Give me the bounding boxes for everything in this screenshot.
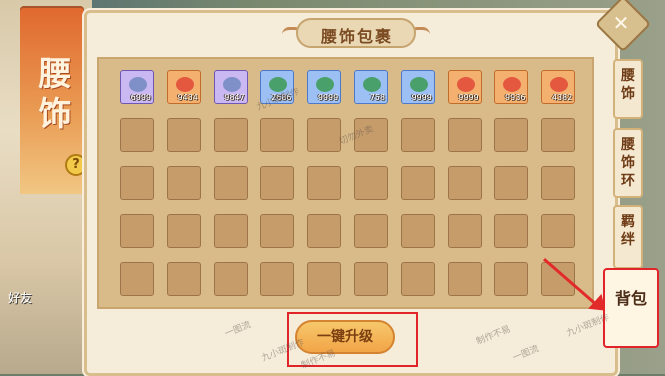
item-slot-filled[interactable]: 6999 (120, 70, 154, 104)
close-icon: ✕ (612, 11, 630, 35)
item-quantity: 9999 (458, 93, 479, 102)
waist-ornament-icon (316, 77, 335, 92)
item-quantity: 6999 (130, 93, 151, 102)
item-slot-empty[interactable] (120, 214, 154, 248)
tab-backpack[interactable]: 背包 (603, 268, 659, 348)
item-slot-empty[interactable] (447, 166, 482, 200)
item-slot-empty[interactable] (307, 262, 342, 296)
item-slot-empty[interactable] (400, 214, 435, 248)
left-title: 腰饰 (38, 54, 72, 133)
tab-label: 腰饰 (621, 68, 635, 102)
item-slot-empty[interactable] (400, 118, 435, 152)
tab-waist-ring[interactable]: 腰饰环 (613, 128, 643, 198)
tab-label: 背包 (614, 289, 647, 308)
item-slot-empty[interactable] (354, 262, 388, 296)
item-slot-empty[interactable] (447, 214, 482, 248)
item-slot-empty[interactable] (354, 166, 388, 200)
item-slot-empty[interactable] (213, 118, 248, 152)
item-slot-empty[interactable] (166, 214, 201, 248)
tab-bond[interactable]: 羁绊 (613, 205, 643, 269)
item-slot-empty[interactable] (120, 118, 154, 152)
item-quantity: 9847 (224, 93, 245, 102)
item-slot-empty[interactable] (120, 166, 154, 200)
item-slot-empty[interactable] (166, 166, 201, 200)
waist-ornament-icon (175, 77, 194, 92)
item-slot-empty[interactable] (400, 262, 435, 296)
waist-ornament-icon (550, 77, 569, 92)
item-slot-empty[interactable] (307, 214, 342, 248)
item-slot-empty[interactable] (447, 262, 482, 296)
item-slot-empty[interactable] (166, 118, 201, 152)
friend-label: 好友 (8, 291, 33, 305)
tab-label: 腰饰环 (621, 137, 635, 189)
item-slot-empty[interactable] (213, 214, 248, 248)
one-click-upgrade-button[interactable]: 一键升级 (295, 320, 395, 354)
item-quantity: 9936 (505, 93, 526, 102)
item-slot-empty[interactable] (213, 166, 248, 200)
tab-waist-ornament[interactable]: 腰饰 (613, 59, 643, 119)
item-slot-empty[interactable] (354, 214, 388, 248)
item-slot-empty[interactable] (541, 166, 576, 200)
waist-ornament-icon (409, 77, 428, 92)
item-slot-empty[interactable] (400, 166, 435, 200)
item-slot-filled[interactable]: 9999 (400, 70, 435, 104)
item-slot-empty[interactable] (494, 118, 529, 152)
waist-ornament-icon (222, 77, 241, 92)
item-slot-filled[interactable]: 9999 (307, 70, 342, 104)
item-quantity: 758 (369, 93, 385, 102)
item-slot-filled[interactable]: 758 (354, 70, 388, 104)
item-slot-empty[interactable] (166, 262, 201, 296)
item-slot-empty[interactable] (120, 262, 154, 296)
item-slot-filled[interactable]: 9936 (494, 70, 529, 104)
item-slot-empty[interactable] (541, 118, 576, 152)
item-slot-empty[interactable] (260, 118, 295, 152)
item-slot-filled[interactable]: 9999 (447, 70, 482, 104)
left-banner: 腰饰 ? (20, 6, 87, 194)
item-quantity: 4382 (551, 93, 573, 102)
item-slot-empty[interactable] (307, 166, 342, 200)
item-slot-empty[interactable] (447, 118, 482, 152)
item-slot-empty[interactable] (213, 262, 248, 296)
waist-ornament-icon (129, 77, 147, 92)
panel-title: 腰饰包裹 (320, 27, 393, 46)
item-slot-empty[interactable] (494, 262, 529, 296)
item-slot-empty[interactable] (260, 166, 295, 200)
item-slot-empty[interactable] (260, 262, 295, 296)
waist-ornament-icon (503, 77, 522, 92)
item-grid: 6999 9434 9847 2686 9999 758 9999 9999 9936 4382 (97, 57, 594, 309)
item-slot-filled[interactable]: 9847 (213, 70, 248, 104)
item-slot-empty[interactable] (494, 214, 529, 248)
item-quantity: 9999 (317, 93, 339, 102)
item-quantity: 9999 (411, 93, 432, 102)
tab-label: 羁绊 (621, 214, 635, 248)
waist-ornament-icon (363, 77, 381, 92)
item-slot-empty[interactable] (541, 214, 576, 248)
item-slot-filled[interactable]: 9434 (166, 70, 201, 104)
waist-ornament-icon (456, 77, 475, 92)
item-slot-empty[interactable] (260, 214, 295, 248)
item-quantity: 9434 (177, 93, 198, 102)
item-slot-empty[interactable] (494, 166, 529, 200)
item-slot-filled[interactable]: 4382 (541, 70, 576, 104)
